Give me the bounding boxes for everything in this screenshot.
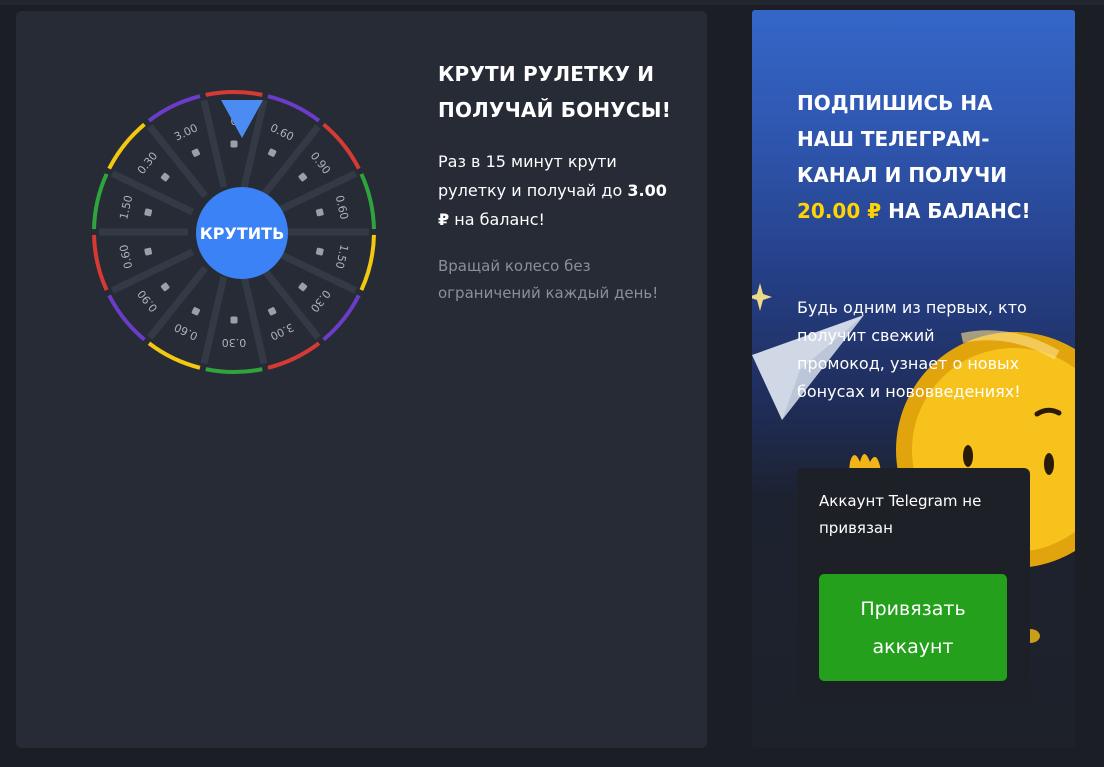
description-text: Раз в 15 минут крути рулетку и получай д… [438, 152, 623, 200]
coin-stack-icon [230, 140, 238, 148]
promo-title: ПОДПИШИСЬ НА НАШ ТЕЛЕГРАМ-КАНАЛ И ПОЛУЧИ… [797, 85, 1037, 229]
telegram-status: Аккаунт Telegram не привязан [819, 492, 982, 537]
link-account-button[interactable]: Привязать аккаунт [819, 574, 1007, 681]
roulette-title: КРУТИ РУЛЕТКУ И ПОЛУЧАЙ БОНУСЫ! [438, 62, 672, 122]
telegram-promo-card: ПОДПИШИСЬ НА НАШ ТЕЛЕГРАМ-КАНАЛ И ПОЛУЧИ… [752, 10, 1075, 748]
promo-description: Будь одним из первых, кто получит свежий… [797, 298, 1027, 401]
sparkle-icon [752, 283, 772, 311]
wheel-segment-value: 0.30 [222, 336, 247, 349]
description-text-end: на баланс! [454, 210, 545, 229]
roulette-description: Раз в 15 минут крути рулетку и получай д… [438, 147, 678, 234]
roulette-info: КРУТИ РУЛЕТКУ И ПОЛУЧАЙ БОНУСЫ! Раз в 15… [438, 56, 678, 307]
promo-amount: 20.00 ₽ [797, 199, 882, 223]
roulette-card: 0.60 0.90 0.60 1.50 0.30 3.00 0.30 0.60 0.90 0.60… [16, 11, 707, 748]
roulette-wheel: 0.60 0.90 0.60 1.50 0.30 3.00 0.30 0.60 0.90 0.60… [82, 80, 386, 384]
roulette-note: Вращай колесо без ограничений каждый ден… [438, 257, 659, 302]
coin-stack-icon [230, 316, 238, 324]
spin-button[interactable]: КРУТИТЬ [196, 187, 288, 279]
promo-title-text: ПОДПИШИСЬ НА НАШ ТЕЛЕГРАМ-КАНАЛ И ПОЛУЧИ [797, 91, 1007, 187]
top-divider [0, 0, 1104, 5]
wheel-pointer-icon [221, 100, 263, 138]
promo-title-end: НА БАЛАНС! [888, 199, 1031, 223]
telegram-link-box: Аккаунт Telegram не привязан Привязать а… [797, 468, 1030, 704]
